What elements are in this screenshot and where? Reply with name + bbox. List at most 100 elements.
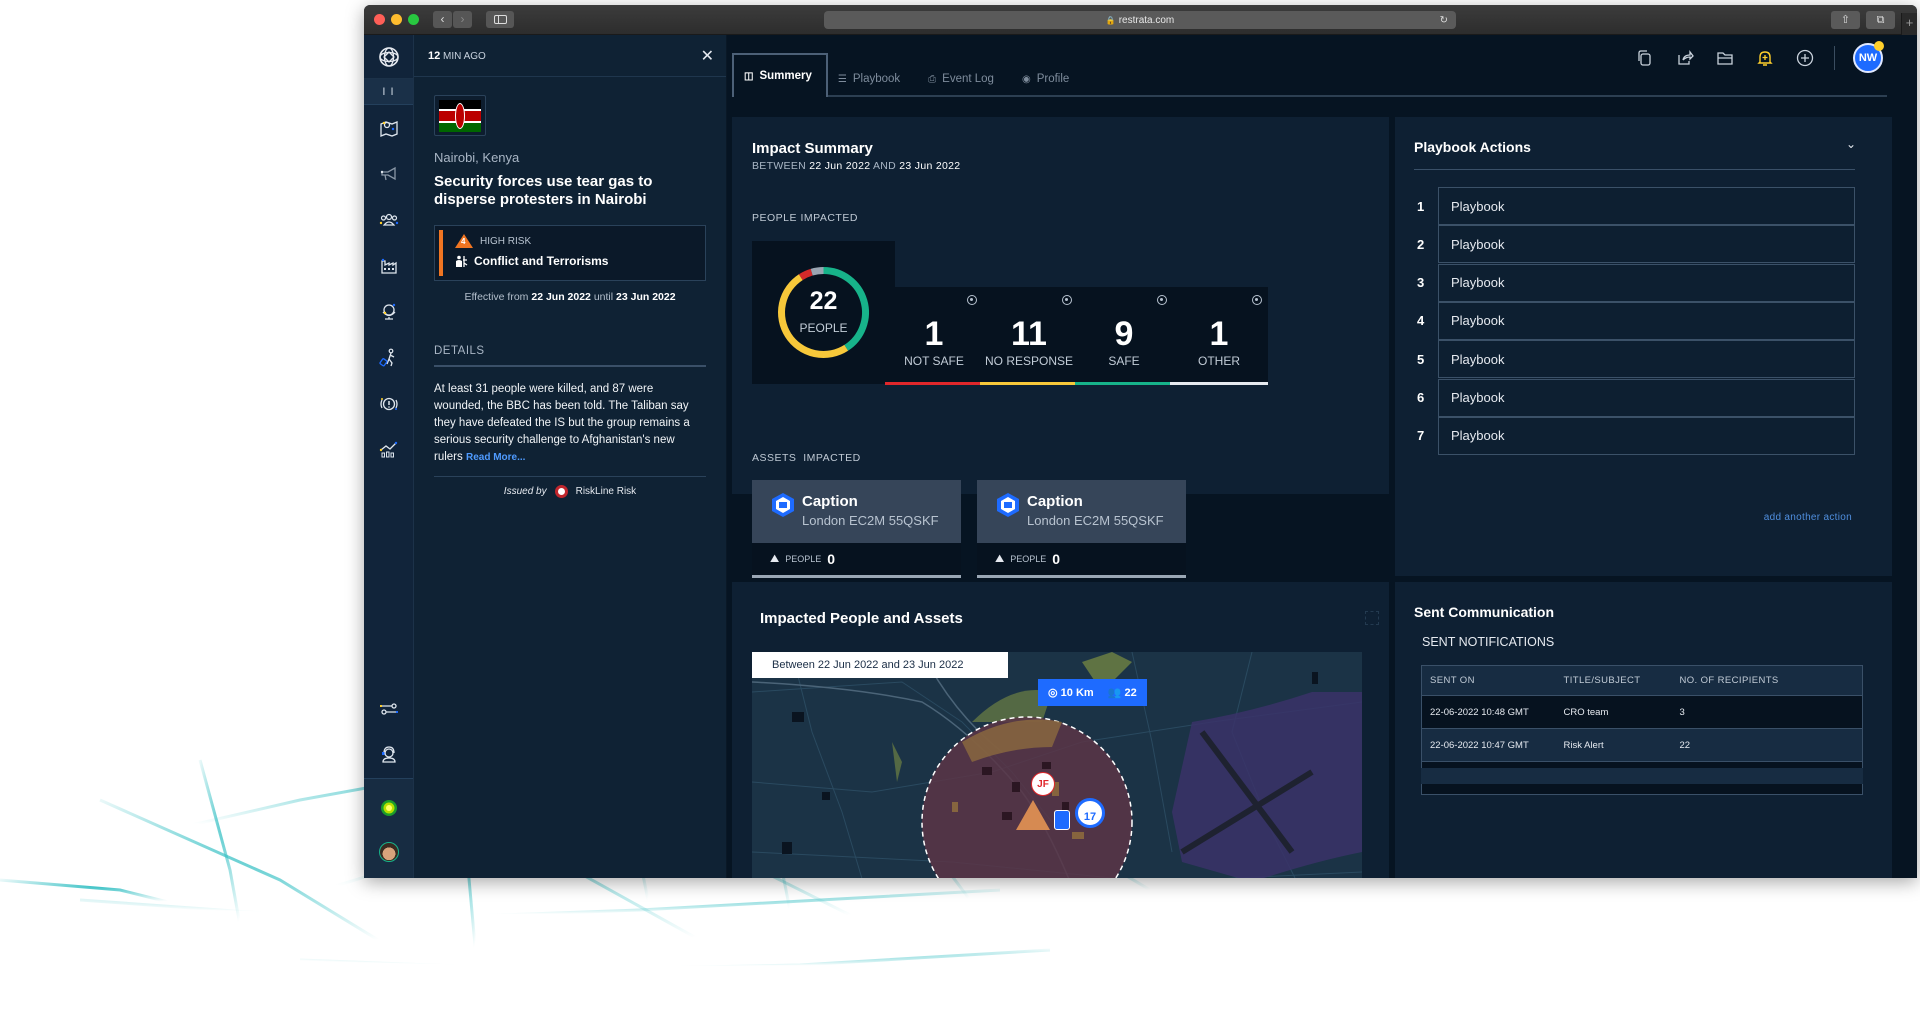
share-button[interactable]: ⇧ <box>1831 11 1860 29</box>
share-event-button[interactable] <box>1674 47 1696 69</box>
map-radius-chip[interactable]: ◎ 10 Km 👥 22 <box>1038 679 1147 706</box>
support-agent-icon <box>381 746 396 763</box>
action-number: 7 <box>1417 428 1425 444</box>
playbook-action-input[interactable]: Playbook <box>1438 187 1855 225</box>
nav-settings[interactable] <box>364 686 413 732</box>
expand-icon[interactable] <box>1365 611 1379 625</box>
column-header[interactable]: SENT ON <box>1421 665 1556 696</box>
tabs-overview-button[interactable]: ⧉ <box>1866 11 1895 29</box>
playbook-action-input[interactable]: Playbook <box>1438 263 1855 302</box>
table-row[interactable]: 22-06-2022 10:47 GMT Risk Alert 22 <box>1421 728 1863 762</box>
person-marker[interactable]: JF <box>1031 772 1055 796</box>
user-avatar[interactable] <box>378 842 399 862</box>
column-header[interactable]: NO. OF RECIPIENTS <box>1671 665 1863 696</box>
globe-icon <box>382 303 395 320</box>
issuer-name: RiskLine Risk <box>575 486 637 497</box>
people-total-label: PEOPLE <box>799 321 848 335</box>
nav-map[interactable] <box>364 105 413 151</box>
sent-notifications-label: SENT NOTIFICATIONS <box>1422 635 1555 649</box>
zoom-window-button[interactable] <box>408 14 419 25</box>
asset-alert-marker[interactable] <box>1016 800 1050 830</box>
action-number: 1 <box>1417 198 1425 214</box>
folder-button[interactable] <box>1714 47 1736 69</box>
view-icon[interactable] <box>1062 295 1072 305</box>
people-impacted-label: PEOPLE IMPACTED <box>752 212 858 224</box>
effective-dates: Effective from 22 Jun 2022 until 23 Jun … <box>464 291 676 303</box>
sidebar-icon <box>493 15 507 24</box>
copy-button[interactable] <box>1634 47 1656 69</box>
forward-button[interactable]: › <box>453 11 472 28</box>
building-marker[interactable] <box>1054 810 1070 830</box>
stat-no-response[interactable]: 11 NO RESPONSE <box>980 287 1078 385</box>
asset-card[interactable]: Caption London EC2M 55QSKF ⛰ PEOPLE 0 <box>752 480 961 590</box>
playbook-action-input[interactable]: Playbook <box>1438 378 1855 417</box>
table-row[interactable]: 22-06-2022 10:48 GMT CRO team 3 <box>1421 695 1863 729</box>
user-avatar-nw[interactable]: NW <box>1853 41 1884 73</box>
add-button[interactable] <box>1794 47 1816 69</box>
nav-travel[interactable] <box>364 335 413 381</box>
reload-icon[interactable]: ↻ <box>1440 15 1448 26</box>
share-icon <box>1678 50 1694 65</box>
new-tab-button[interactable]: + <box>1901 13 1917 35</box>
impacted-map-panel: Impacted People and Assets Between 22 Ju… <box>732 582 1389 878</box>
table-footer <box>1421 768 1863 784</box>
read-more-link[interactable]: Read More... <box>466 452 525 463</box>
url-text: restrata.com <box>1118 14 1175 26</box>
nav-assets[interactable] <box>364 243 413 289</box>
nav-global[interactable] <box>364 289 413 335</box>
tab-summery[interactable]: ◫ Summery <box>732 53 828 97</box>
close-detail-button[interactable]: ✕ <box>701 46 714 66</box>
map-icon <box>379 121 398 137</box>
copy-icon <box>1638 50 1651 66</box>
impact-map[interactable]: Between 22 Jun 2022 and 23 Jun 2022 ◎ 10… <box>752 652 1362 878</box>
megaphone-icon <box>380 166 396 181</box>
nav-announcements[interactable] <box>364 151 413 197</box>
risk-category: Conflict and Terrorisms <box>474 254 609 268</box>
collapse-nav-button[interactable]: I I <box>364 79 413 105</box>
stat-not-safe[interactable]: 1 NOT SAFE <box>885 287 983 385</box>
sidebar-toggle-button[interactable] <box>486 11 514 28</box>
map-title: Impacted People and Assets <box>760 610 963 627</box>
people-donut-card: 22 PEOPLE <box>752 241 895 384</box>
bell-icon <box>1757 51 1773 66</box>
view-icon[interactable] <box>1252 295 1262 305</box>
chevron-down-icon[interactable]: ⌄ <box>1846 137 1856 151</box>
organization-logo-icon[interactable] <box>379 798 399 818</box>
list-icon: ☰ <box>837 73 847 85</box>
restrata-logo-icon <box>378 46 399 67</box>
sent-communication-title: Sent Communication <box>1414 604 1555 620</box>
building-icon <box>997 493 1019 517</box>
close-window-button[interactable] <box>374 14 385 25</box>
people-cluster-marker[interactable]: 17 <box>1075 798 1105 828</box>
tab-playbook[interactable]: ☰ Playbook <box>828 53 918 95</box>
columns-icon: ◫ <box>744 70 754 82</box>
playbook-action-input[interactable]: Playbook <box>1438 340 1855 379</box>
stat-safe[interactable]: 9 SAFE <box>1075 287 1173 385</box>
nav-alerts[interactable] <box>364 381 413 427</box>
playbook-action-input[interactable]: Playbook <box>1438 301 1855 340</box>
address-bar[interactable]: 🔒 restrata.com ↻ <box>824 11 1456 29</box>
nav-support[interactable] <box>364 732 413 778</box>
tab-event-log[interactable]: ⎙ Event Log <box>918 53 1012 95</box>
column-header[interactable]: TITLE/SUBJECT <box>1555 665 1672 696</box>
playbook-action-input[interactable]: Playbook <box>1438 416 1855 455</box>
view-icon[interactable] <box>967 295 977 305</box>
app-logo[interactable] <box>364 35 413 79</box>
top-toolbar: NW <box>1634 41 1884 73</box>
map-date-range: Between 22 Jun 2022 and 23 Jun 2022 <box>752 652 1008 678</box>
tab-profile[interactable]: ◉ Profile <box>1012 53 1087 95</box>
back-button[interactable]: ‹ <box>433 11 452 28</box>
stat-other[interactable]: 1 OTHER <box>1170 287 1268 385</box>
view-icon[interactable] <box>1157 295 1167 305</box>
asset-card[interactable]: Caption London EC2M 55QSKF ⛰ PEOPLE 0 <box>977 480 1186 590</box>
add-action-link[interactable]: add another action <box>1764 512 1852 523</box>
playbook-action-input[interactable]: Playbook <box>1438 225 1855 264</box>
playbook-action-row: 1 Playbook <box>1417 187 1855 225</box>
details-heading: DETAILS <box>434 345 706 367</box>
notifications-button[interactable] <box>1754 47 1776 69</box>
analytics-icon <box>379 441 397 458</box>
nav-people[interactable] <box>364 197 413 243</box>
nav-analytics[interactable] <box>364 427 413 473</box>
browser-toolbar: ‹ › 🔒 restrata.com ↻ ⇧ ⧉ + <box>364 5 1917 35</box>
minimize-window-button[interactable] <box>391 14 402 25</box>
